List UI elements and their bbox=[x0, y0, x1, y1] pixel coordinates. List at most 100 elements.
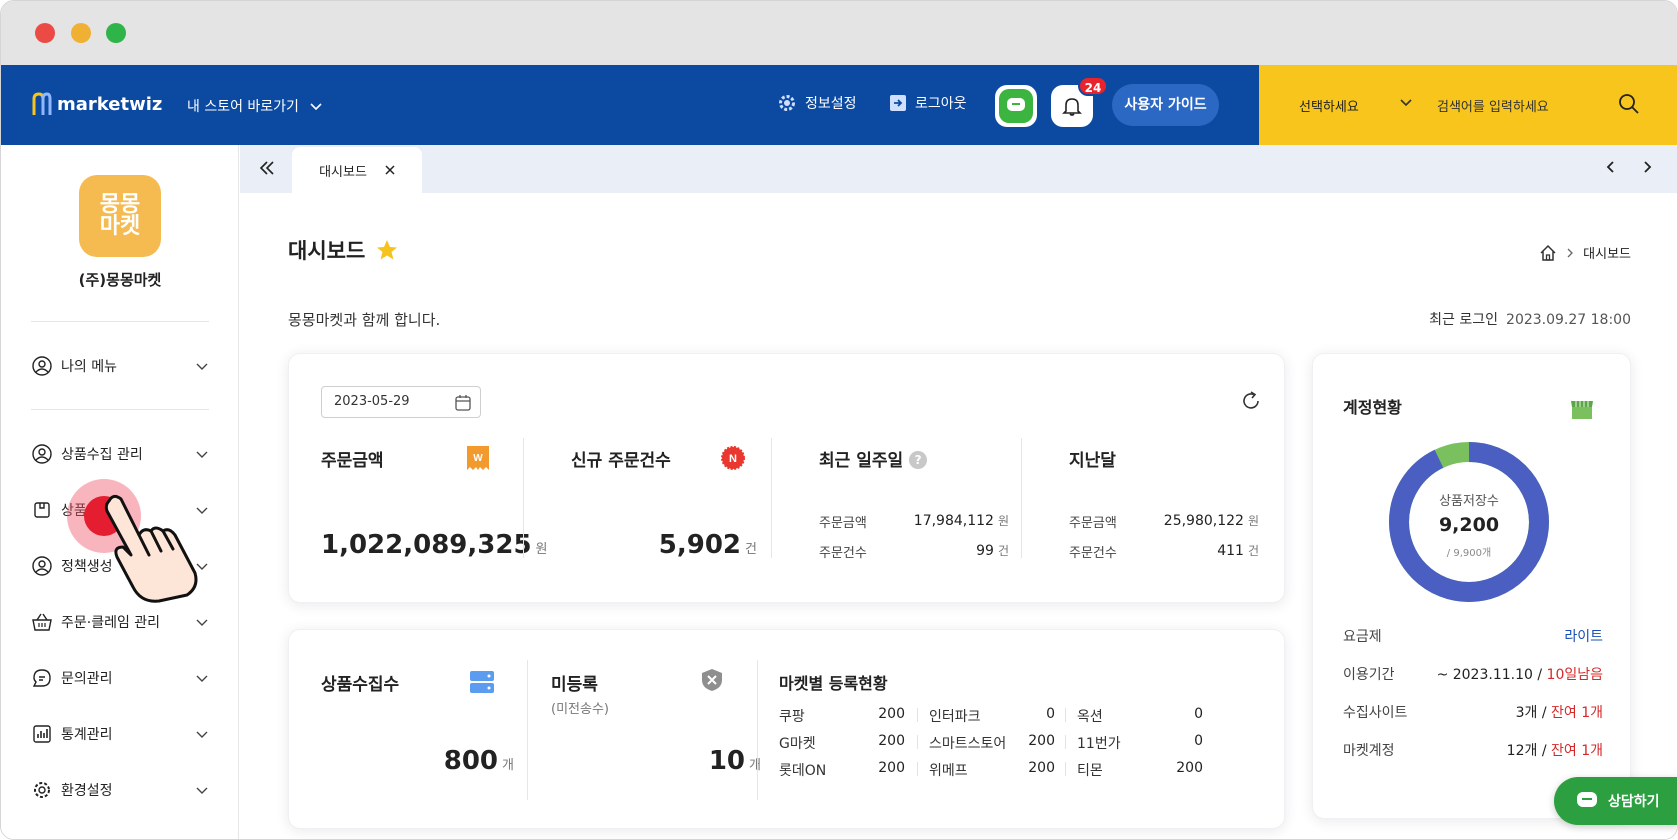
market-divider bbox=[917, 708, 918, 722]
chevron-down-icon bbox=[196, 451, 208, 458]
column-divider bbox=[1021, 438, 1022, 558]
close-icon[interactable] bbox=[385, 165, 395, 175]
user-circle-icon bbox=[31, 355, 53, 377]
sites-remain: 잔여 1개 bbox=[1551, 705, 1603, 721]
month-amount-row: 주문금액 25,980,122 원 bbox=[1069, 512, 1259, 531]
period-row: 이용기간 ~ 2023.11.10 / 10일남음 bbox=[1343, 664, 1603, 684]
search-icon[interactable] bbox=[1617, 92, 1641, 116]
search-input[interactable]: 검색어를 입력하세요 bbox=[1437, 96, 1549, 115]
bar-chart-icon bbox=[31, 723, 53, 745]
sidebar-item-settings[interactable]: 환경설정 bbox=[31, 777, 209, 803]
user-guide-button[interactable]: 사용자 가이드 bbox=[1112, 84, 1219, 126]
consult-button[interactable]: 상담하기 bbox=[1554, 777, 1677, 825]
unregistered-value: 10 개 bbox=[709, 746, 761, 776]
calendar-icon[interactable] bbox=[454, 394, 472, 412]
box-icon bbox=[31, 499, 53, 521]
market-row-tmon: 티몬 200 bbox=[1077, 760, 1203, 780]
recent-week-label: 최근 일주일? bbox=[819, 446, 928, 471]
week-count-value: 99 건 bbox=[976, 542, 1009, 559]
gear-icon bbox=[779, 95, 795, 111]
sidebar-item-statistics[interactable]: 통계관리 bbox=[31, 721, 209, 747]
messenger-button[interactable] bbox=[995, 85, 1037, 127]
market-accounts-label: 마켓계정 bbox=[1343, 743, 1395, 759]
tab-label: 대시보드 bbox=[319, 164, 367, 180]
won-unit: 원 bbox=[1247, 514, 1259, 528]
order-amount-value: 1,022,089,325 원 bbox=[321, 530, 548, 560]
page-title-text: 대시보드 bbox=[288, 239, 366, 263]
settings-label: 정보설정 bbox=[805, 96, 857, 112]
favorite-star-icon[interactable] bbox=[375, 238, 399, 262]
column-divider bbox=[523, 438, 524, 558]
user-circle-icon bbox=[31, 555, 53, 577]
sidebar-item-my-menu[interactable]: 나의 메뉴 bbox=[31, 353, 209, 379]
week-amount-number: 17,984,112 bbox=[913, 513, 994, 529]
marketwiz-logo[interactable]: marketwiz bbox=[31, 91, 162, 117]
market-value: 200 bbox=[1176, 760, 1203, 776]
market-value: 200 bbox=[1028, 760, 1055, 776]
market-row-11st: 11번가 0 bbox=[1077, 733, 1203, 753]
column-divider bbox=[771, 438, 772, 558]
close-window-button[interactable] bbox=[35, 23, 55, 43]
sidebar-item-label: 주문·클레임 관리 bbox=[61, 615, 161, 631]
donut-value: 9,200 bbox=[1438, 514, 1500, 536]
order-amount-number: 1,022,089,325 bbox=[321, 530, 532, 560]
svg-text:N: N bbox=[729, 453, 737, 465]
last-login-label: 최근 로그인 bbox=[1429, 312, 1499, 328]
refresh-icon[interactable] bbox=[1240, 390, 1262, 412]
home-icon[interactable] bbox=[1539, 244, 1557, 262]
date-value: 2023-05-29 bbox=[334, 394, 410, 409]
minimize-window-button[interactable] bbox=[71, 23, 91, 43]
search-area: 선택하세요 검색어를 입력하세요 bbox=[1259, 65, 1677, 145]
week-amount-label: 주문금액 bbox=[819, 516, 867, 531]
count-unit: 개 bbox=[502, 758, 514, 773]
sidebar-item-label: 상품수집 관리 bbox=[61, 447, 143, 463]
chevron-down-icon bbox=[310, 103, 322, 111]
help-icon[interactable]: ? bbox=[909, 451, 928, 469]
sidebar-item-orders-claims[interactable]: 주문·클레임 관리 bbox=[31, 609, 209, 635]
period-remain: 10일남음 bbox=[1546, 667, 1603, 683]
date-picker-input[interactable]: 2023-05-29 bbox=[321, 386, 481, 418]
maximize-window-button[interactable] bbox=[106, 23, 126, 43]
chevron-right-icon[interactable] bbox=[1639, 159, 1655, 175]
week-count-label: 주문건수 bbox=[819, 546, 867, 561]
market-row-wemakeprice: 위메프 200 bbox=[929, 760, 1055, 780]
unregistered-label: 미등록 bbox=[551, 675, 598, 695]
sidebar-item-product-collect[interactable]: 상품수집 관리 bbox=[31, 441, 209, 467]
chevron-down-icon bbox=[196, 787, 208, 794]
settings-link[interactable]: 정보설정 bbox=[777, 93, 857, 113]
user-circle-icon bbox=[31, 443, 53, 465]
my-store-link[interactable]: 내 스토어 바로가기 bbox=[187, 96, 323, 116]
welcome-message: 몽몽마켓과 함께 합니다. bbox=[288, 311, 441, 329]
tab-dashboard[interactable]: 대시보드 bbox=[292, 147, 422, 193]
column-divider bbox=[757, 660, 758, 800]
sidebar-item-inquiry[interactable]: 문의관리 bbox=[31, 665, 209, 691]
chevron-down-icon[interactable] bbox=[1399, 95, 1413, 109]
month-amount-number: 25,980,122 bbox=[1163, 513, 1244, 529]
plan-value-text[interactable]: 라이트 bbox=[1564, 629, 1603, 645]
logout-link[interactable]: 로그아웃 bbox=[889, 93, 967, 113]
market-accounts-value: 12개 / 잔여 1개 bbox=[1507, 740, 1603, 760]
sidebar-item-label: 나의 메뉴 bbox=[61, 359, 117, 375]
sites-value: 3개 / 잔여 1개 bbox=[1516, 702, 1603, 722]
double-chevron-left-icon[interactable] bbox=[258, 159, 276, 177]
market-accounts-row: 마켓계정 12개 / 잔여 1개 bbox=[1343, 740, 1603, 760]
gear-icon bbox=[31, 779, 53, 801]
donut-center: 상품저장수 9,200 / 9,900개 bbox=[1389, 442, 1549, 602]
sidebar-item-label: 문의관리 bbox=[61, 671, 113, 687]
market-value: 0 bbox=[1194, 733, 1203, 749]
new-orders-value: 5,902 건 bbox=[659, 530, 757, 560]
chevron-left-icon[interactable] bbox=[1603, 159, 1619, 175]
won-unit: 원 bbox=[535, 542, 548, 557]
market-value: 200 bbox=[878, 733, 905, 749]
week-amount-value: 17,984,112 원 bbox=[914, 512, 1009, 529]
logout-label: 로그아웃 bbox=[915, 96, 967, 112]
search-category-select[interactable]: 선택하세요 bbox=[1299, 96, 1359, 115]
main-content: 대시보드 대시보드 몽몽마켓과 함께 합니다. 최근 로그인 2023.09.27… bbox=[240, 193, 1677, 839]
collected-products-value: 800 개 bbox=[444, 746, 514, 776]
market-row-lotteon: 롯데ON 200 bbox=[779, 760, 905, 780]
market-value: 200 bbox=[1028, 733, 1055, 749]
last-month-label: 지난달 bbox=[1069, 451, 1116, 471]
browser-window: marketwiz 내 스토어 바로가기 정보설정 로그아웃 24 사용자 가이… bbox=[0, 0, 1678, 840]
market-row-gmarket: G마켓 200 bbox=[779, 733, 905, 753]
period-value: ~ 2023.11.10 / 10일남음 bbox=[1437, 664, 1603, 684]
